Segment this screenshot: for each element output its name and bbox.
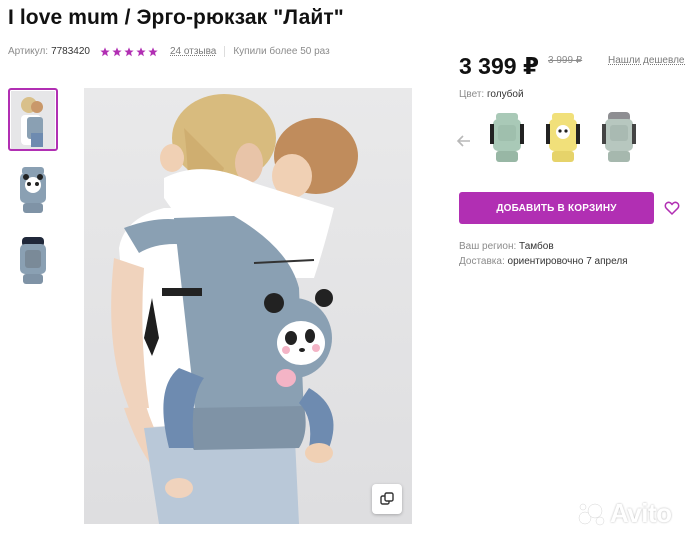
zoom-button[interactable]	[372, 484, 402, 514]
carrier-hood-image	[20, 236, 46, 284]
product-meta: Артикул: 7783420 24 отзыва Купили более …	[8, 46, 330, 57]
thumbnail-1[interactable]	[8, 88, 58, 151]
carrier-mom-image	[11, 90, 55, 149]
product-title: I love mum / Эрго-рюкзак "Лайт"	[8, 6, 344, 29]
watermark-text: Avito	[610, 498, 672, 528]
delivery-value: ориентировочно 7 апреля	[507, 256, 628, 267]
sku-value: 7783420	[51, 46, 90, 57]
add-to-cart-button[interactable]: ДОБАВИТЬ В КОРЗИНУ	[459, 192, 654, 224]
old-price: 3 999 ₽	[548, 55, 583, 66]
thumbnail-2[interactable]	[8, 159, 58, 222]
color-option-sage[interactable]	[594, 108, 644, 170]
region-value[interactable]: Тамбов	[519, 241, 554, 252]
color-value: голубой	[486, 89, 524, 100]
expand-icon	[380, 492, 394, 505]
star-icon	[100, 46, 110, 56]
delivery-label: Доставка:	[459, 256, 505, 267]
arrow-left-icon[interactable]	[456, 133, 472, 149]
color-label: Цвет:	[459, 89, 485, 100]
delivery-row: Доставка: ориентировочно 7 апреля	[459, 256, 628, 267]
carrier-sage-image	[602, 112, 636, 162]
mother-with-child-photo	[111, 94, 358, 524]
main-product-image[interactable]	[84, 88, 412, 524]
star-icon	[148, 46, 158, 56]
heart-icon[interactable]	[664, 200, 680, 216]
carrier-panda-image	[20, 166, 46, 213]
carrier-mint-image	[490, 113, 524, 162]
avito-logo-icon	[578, 503, 605, 525]
thumbnail-3[interactable]	[8, 230, 58, 293]
found-cheaper-link[interactable]: Нашли дешевле?	[608, 55, 685, 66]
color-option-yellow[interactable]	[538, 108, 588, 170]
sku-label: Артикул:	[8, 46, 49, 57]
star-icon	[112, 46, 122, 56]
reviews-link[interactable]: 24 отзыва	[170, 46, 216, 57]
avito-watermark: Avito	[578, 498, 672, 529]
star-icon	[136, 46, 146, 56]
region-label: Ваш регион:	[459, 241, 517, 252]
color-option-mint[interactable]	[482, 108, 532, 170]
bought-count: Купили более 50 раз	[224, 46, 330, 57]
star-icon	[124, 46, 134, 56]
color-label-row: Цвет: голубой	[459, 89, 524, 100]
carrier-yellow-image	[546, 113, 580, 162]
rating-stars	[100, 46, 160, 57]
current-price: 3 399 ₽	[459, 53, 539, 79]
region-row: Ваш регион: Тамбов	[459, 241, 554, 252]
thumbnail-list	[8, 88, 60, 301]
